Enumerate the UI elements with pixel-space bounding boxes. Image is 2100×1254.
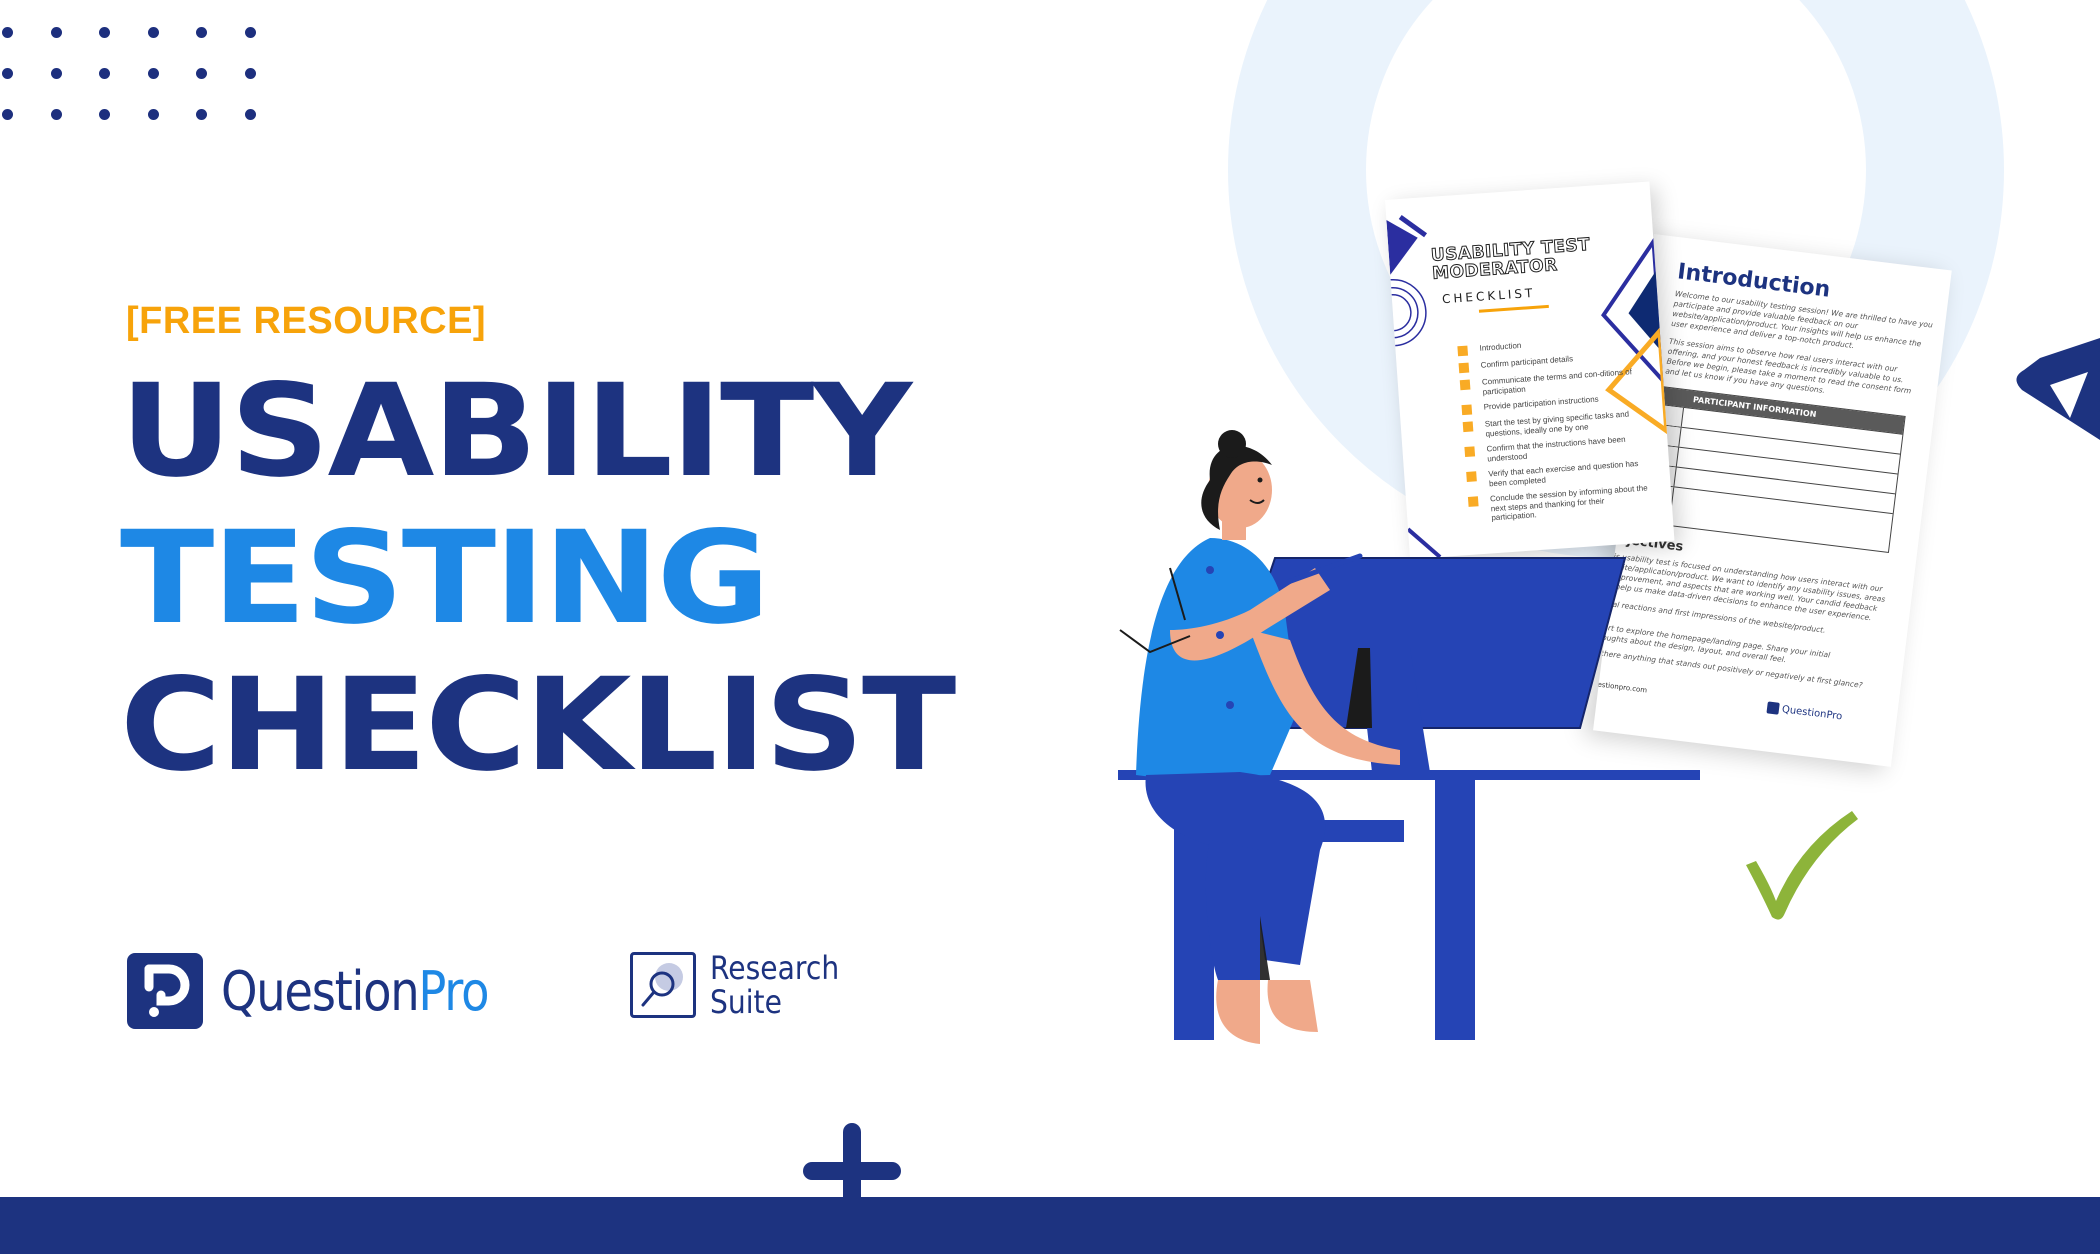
dot xyxy=(196,68,207,79)
questionpro-logo[interactable]: QuestionPro xyxy=(127,953,532,1029)
plus-icon xyxy=(803,1162,901,1180)
checkbox-icon xyxy=(1458,362,1470,374)
dot xyxy=(50,68,62,79)
research-suite-line-1: Research xyxy=(710,949,840,987)
checkmark-icon xyxy=(1746,811,1858,920)
headline-line-1: USABILITY xyxy=(120,357,912,506)
research-suite-wordmark: Research Suite xyxy=(710,951,839,1019)
dot xyxy=(196,27,207,38)
dot xyxy=(244,109,256,120)
dot xyxy=(50,109,62,120)
headline: USABILITY TESTING CHECKLIST xyxy=(120,358,956,799)
woman-at-desk-illustration xyxy=(1118,430,1700,1044)
questionpro-mini-icon xyxy=(1766,701,1780,715)
rounded-triangle-icon xyxy=(2016,338,2100,440)
questionpro-wordmark: QuestionPro xyxy=(221,959,489,1023)
foot-right xyxy=(1267,980,1318,1032)
dot xyxy=(244,68,256,79)
wordmark-pro: Pro xyxy=(418,959,489,1023)
checklist-item-text: Communicate the terms and con-ditions of… xyxy=(1481,367,1633,397)
checkbox-icon xyxy=(1457,345,1469,357)
bottom-bar xyxy=(0,1197,2100,1254)
desk-leg-right xyxy=(1435,780,1475,1040)
research-suite-line-2: Suite xyxy=(710,983,782,1021)
magnifier-icon xyxy=(630,952,696,1018)
dot xyxy=(2,27,13,38)
doc-footer-logo-text: QuestionPro xyxy=(1781,703,1843,722)
headline-line-2: TESTING xyxy=(120,504,770,653)
dot xyxy=(147,109,159,120)
research-suite-logo[interactable]: Research Suite xyxy=(630,951,857,1019)
dot xyxy=(2,109,13,120)
dot xyxy=(147,68,159,79)
questionpro-mark-icon xyxy=(127,953,203,1029)
dot-grid-decoration xyxy=(0,24,270,124)
dot xyxy=(244,27,256,38)
dot xyxy=(2,68,13,79)
checkbox-icon xyxy=(1459,379,1471,391)
checklist-item-text: Provide participation instructions xyxy=(1483,394,1599,412)
dot xyxy=(99,68,110,79)
dot xyxy=(196,109,207,120)
dot xyxy=(99,27,110,38)
checklist-item-text: Confirm participant details xyxy=(1480,354,1574,370)
checklist-item-text: Introduction xyxy=(1479,340,1522,353)
dot xyxy=(147,27,159,38)
headline-line-3: CHECKLIST xyxy=(120,651,956,800)
doc-footer-logo: QuestionPro xyxy=(1766,701,1843,722)
dot xyxy=(50,27,62,38)
dot xyxy=(99,109,110,120)
hair-bun xyxy=(1218,430,1246,458)
wordmark-question: Question xyxy=(221,959,420,1023)
foot-left xyxy=(1216,980,1260,1044)
eyebrow-label: [FREE RESOURCE] xyxy=(126,300,487,342)
checkbox-icon xyxy=(1461,404,1473,416)
